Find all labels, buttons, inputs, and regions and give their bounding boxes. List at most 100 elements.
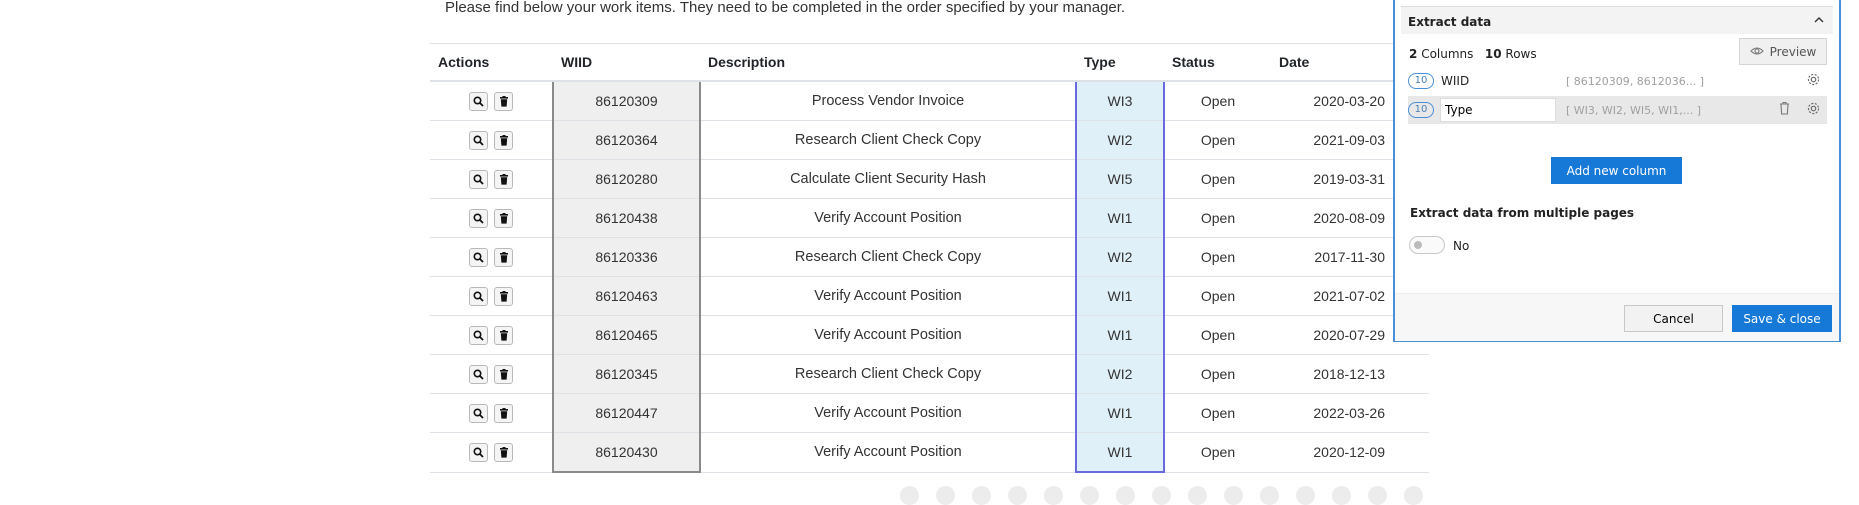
page-dot[interactable] xyxy=(1044,486,1063,505)
search-icon[interactable] xyxy=(469,442,488,462)
actions-cell xyxy=(430,393,553,433)
type-cell: WI1 xyxy=(1075,432,1165,473)
page-dot[interactable] xyxy=(936,486,955,505)
page-dot[interactable] xyxy=(972,486,991,505)
extract-column-row[interactable]: 10 WIID [ 86120309, 8612036... ] xyxy=(1408,67,1827,95)
preview-button[interactable]: Preview xyxy=(1739,38,1827,65)
description-cell: Research Client Check Copy xyxy=(700,237,1076,277)
wiid-cell: 86120345 xyxy=(552,354,701,394)
description-cell: Process Vendor Invoice xyxy=(700,80,1076,121)
page-dot[interactable] xyxy=(1152,486,1171,505)
date-cell: 2020-12-09 xyxy=(1271,432,1429,473)
page-dot[interactable] xyxy=(1260,486,1279,505)
page-dot[interactable] xyxy=(1188,486,1207,505)
search-icon[interactable] xyxy=(469,247,488,267)
trash-icon[interactable] xyxy=(494,364,513,384)
wiid-cell: 86120336 xyxy=(552,237,701,277)
table-row: 86120364 Research Client Check Copy WI2 Ope… xyxy=(430,120,1429,160)
actions-cell xyxy=(430,354,553,394)
type-cell: WI5 xyxy=(1075,159,1165,199)
search-icon[interactable] xyxy=(469,364,488,384)
date-cell: 2022-03-26 xyxy=(1271,393,1429,433)
trash-icon[interactable] xyxy=(494,403,513,423)
page-dot[interactable] xyxy=(1116,486,1135,505)
trash-icon[interactable] xyxy=(494,247,513,267)
header-type: Type xyxy=(1076,43,1164,82)
description-cell: Verify Account Position xyxy=(700,276,1076,316)
add-new-column-button[interactable]: Add new column xyxy=(1551,157,1682,184)
trash-icon[interactable] xyxy=(494,130,513,150)
wiid-cell: 86120438 xyxy=(552,198,701,238)
table-row: 86120463 Verify Account Position WI1 Open 20… xyxy=(430,276,1429,316)
toggle-knob xyxy=(1414,241,1422,249)
columns-label: Columns xyxy=(1421,47,1474,61)
trash-icon[interactable] xyxy=(494,286,513,306)
status-cell: Open xyxy=(1164,393,1271,433)
type-cell: WI2 xyxy=(1075,120,1165,160)
table-row: 86120345 Research Client Check Copy WI2 Ope… xyxy=(430,354,1429,394)
wiid-cell: 86120430 xyxy=(552,432,701,473)
header-wiid: WIID xyxy=(553,43,700,82)
page-dot[interactable] xyxy=(1296,486,1315,505)
status-cell: Open xyxy=(1164,354,1271,394)
page-dot[interactable] xyxy=(1224,486,1243,505)
table-row: 86120430 Verify Account Position WI1 Open 20… xyxy=(430,432,1429,473)
search-icon[interactable] xyxy=(469,403,488,423)
description-cell: Research Client Check Copy xyxy=(700,120,1076,160)
columns-count: 2 xyxy=(1409,47,1418,61)
wiid-cell: 86120280 xyxy=(552,159,701,199)
page-dot[interactable] xyxy=(900,486,919,505)
actions-cell xyxy=(430,237,553,277)
table-row: 86120336 Research Client Check Copy WI2 Ope… xyxy=(430,237,1429,277)
header-actions: Actions xyxy=(430,43,553,82)
description-cell: Verify Account Position xyxy=(700,198,1076,238)
trash-icon[interactable] xyxy=(1778,101,1791,118)
search-icon[interactable] xyxy=(469,91,488,111)
page-dot[interactable] xyxy=(1008,486,1027,505)
table-row: 86120465 Verify Account Position WI1 Open 20… xyxy=(430,315,1429,355)
panel-header[interactable]: Extract data xyxy=(1401,6,1833,34)
search-icon[interactable] xyxy=(469,169,488,189)
gear-icon[interactable] xyxy=(1806,72,1821,90)
page-dot[interactable] xyxy=(1332,486,1351,505)
page-dot[interactable] xyxy=(1404,486,1423,505)
search-icon[interactable] xyxy=(469,325,488,345)
column-count-badge: 10 xyxy=(1408,73,1434,89)
search-icon[interactable] xyxy=(469,208,488,228)
column-count-badge: 10 xyxy=(1408,102,1434,118)
work-items-table: Actions WIID Description Type Status Dat… xyxy=(430,43,1429,473)
actions-cell xyxy=(430,159,553,199)
column-name-input[interactable] xyxy=(1440,98,1556,122)
cancel-button[interactable]: Cancel xyxy=(1624,305,1723,332)
trash-icon[interactable] xyxy=(494,442,513,462)
date-cell: 2018-12-13 xyxy=(1271,354,1429,394)
header-description: Description xyxy=(700,43,1076,82)
trash-icon[interactable] xyxy=(494,325,513,345)
eye-icon xyxy=(1749,45,1764,59)
type-cell: WI1 xyxy=(1075,276,1165,316)
page-dot[interactable] xyxy=(1080,486,1099,505)
status-cell: Open xyxy=(1164,120,1271,160)
column-preview: [ 86120309, 8612036... ] xyxy=(1566,75,1705,88)
table-row: 86120447 Verify Account Position WI1 Open 20… xyxy=(430,393,1429,433)
preview-label: Preview xyxy=(1769,44,1817,59)
actions-cell xyxy=(430,315,553,355)
column-name: WIID xyxy=(1441,74,1470,88)
search-icon[interactable] xyxy=(469,130,488,150)
pagination xyxy=(900,486,1423,505)
multi-pages-toggle[interactable] xyxy=(1409,236,1445,254)
description-cell: Verify Account Position xyxy=(700,432,1076,473)
status-cell: Open xyxy=(1164,276,1271,316)
search-icon[interactable] xyxy=(469,286,488,306)
trash-icon[interactable] xyxy=(494,169,513,189)
extract-column-row[interactable]: 10 [ WI3, WI2, WI5, WI1,... ] xyxy=(1408,96,1827,124)
chevron-up-icon[interactable] xyxy=(1813,14,1825,29)
gear-icon[interactable] xyxy=(1806,101,1821,119)
save-close-button[interactable]: Save & close xyxy=(1732,305,1832,332)
page-dot[interactable] xyxy=(1368,486,1387,505)
intro-text: Please find below your work items. They … xyxy=(445,0,1126,16)
wiid-cell: 86120465 xyxy=(552,315,701,355)
trash-icon[interactable] xyxy=(494,208,513,228)
status-cell: Open xyxy=(1164,237,1271,277)
trash-icon[interactable] xyxy=(494,91,513,111)
